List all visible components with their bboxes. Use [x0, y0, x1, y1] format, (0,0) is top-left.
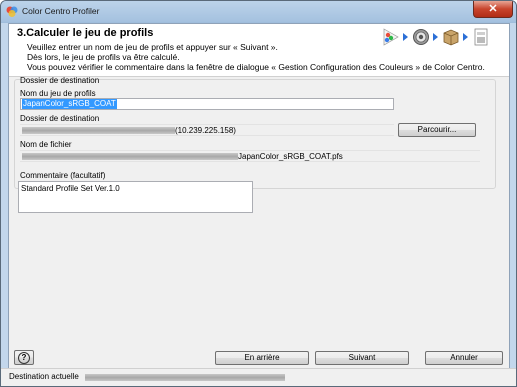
- profile-set-name-label: Nom du jeu de profils: [20, 89, 96, 98]
- status-bar: Destination actuelle: [1, 368, 516, 386]
- help-icon: ?: [18, 352, 30, 364]
- redacted-status-path: [85, 374, 285, 381]
- browse-button[interactable]: Parcourir...: [398, 123, 476, 137]
- workflow-steps: [381, 27, 507, 49]
- profile-set-name-value: JapanColor_sRGB_COAT: [22, 99, 117, 109]
- back-button[interactable]: En arrière: [215, 351, 309, 365]
- app-window: Color Centro Profiler ✕ 3.Calculer le je…: [0, 0, 517, 387]
- file-name-value: JapanColor_sRGB_COAT.pfs: [238, 152, 343, 161]
- destination-folder-field: (10.239.225.158): [20, 124, 394, 136]
- file-name-field: JapanColor_sRGB_COAT.pfs: [20, 150, 480, 162]
- close-button[interactable]: ✕: [473, 1, 513, 18]
- destination-folder-label: Dossier de destination: [20, 114, 100, 123]
- help-button[interactable]: ?: [14, 350, 34, 365]
- instruction-line-2: Dès lors, le jeu de profils va être calc…: [27, 52, 180, 62]
- comment-value: Standard Profile Set Ver.1.0: [21, 184, 120, 193]
- instruction-line-3: Vous pouvez vérifier le commentaire dans…: [27, 62, 485, 72]
- box-icon: [443, 29, 459, 46]
- step-arrow-icon: [433, 33, 438, 41]
- cancel-button[interactable]: Annuler: [425, 351, 503, 365]
- gear-icon: [413, 29, 429, 45]
- palette-icon: [383, 28, 399, 46]
- redacted-path: [22, 153, 238, 160]
- step-arrow-icon: [403, 33, 408, 41]
- file-name-label: Nom de fichier: [20, 140, 72, 149]
- profile-set-name-input[interactable]: JapanColor_sRGB_COAT: [20, 98, 394, 110]
- current-destination-label: Destination actuelle: [9, 372, 79, 381]
- title-bar[interactable]: Color Centro Profiler ✕: [1, 1, 516, 22]
- wizard-client-area: 3.Calculer le jeu de profils Veuillez en…: [8, 23, 510, 378]
- redacted-path: [22, 127, 175, 134]
- window-title: Color Centro Profiler: [22, 6, 100, 16]
- destination-folder-value: (10.239.225.158): [175, 126, 236, 135]
- comment-textarea[interactable]: Standard Profile Set Ver.1.0: [18, 181, 253, 213]
- printer-icon: [474, 28, 488, 46]
- step-title: 3.Calculer le jeu de profils: [17, 27, 154, 39]
- instruction-line-1: Veuillez entrer un nom de jeu de profils…: [27, 42, 278, 52]
- app-logo-icon: [6, 6, 18, 17]
- next-button[interactable]: Suivant: [315, 351, 409, 365]
- step-arrow-icon: [463, 33, 468, 41]
- comment-label: Commentaire (facultatif): [20, 171, 106, 180]
- destination-group-title: Dossier de destination: [20, 76, 100, 85]
- wizard-header: 3.Calculer le jeu de profils Veuillez en…: [9, 24, 509, 77]
